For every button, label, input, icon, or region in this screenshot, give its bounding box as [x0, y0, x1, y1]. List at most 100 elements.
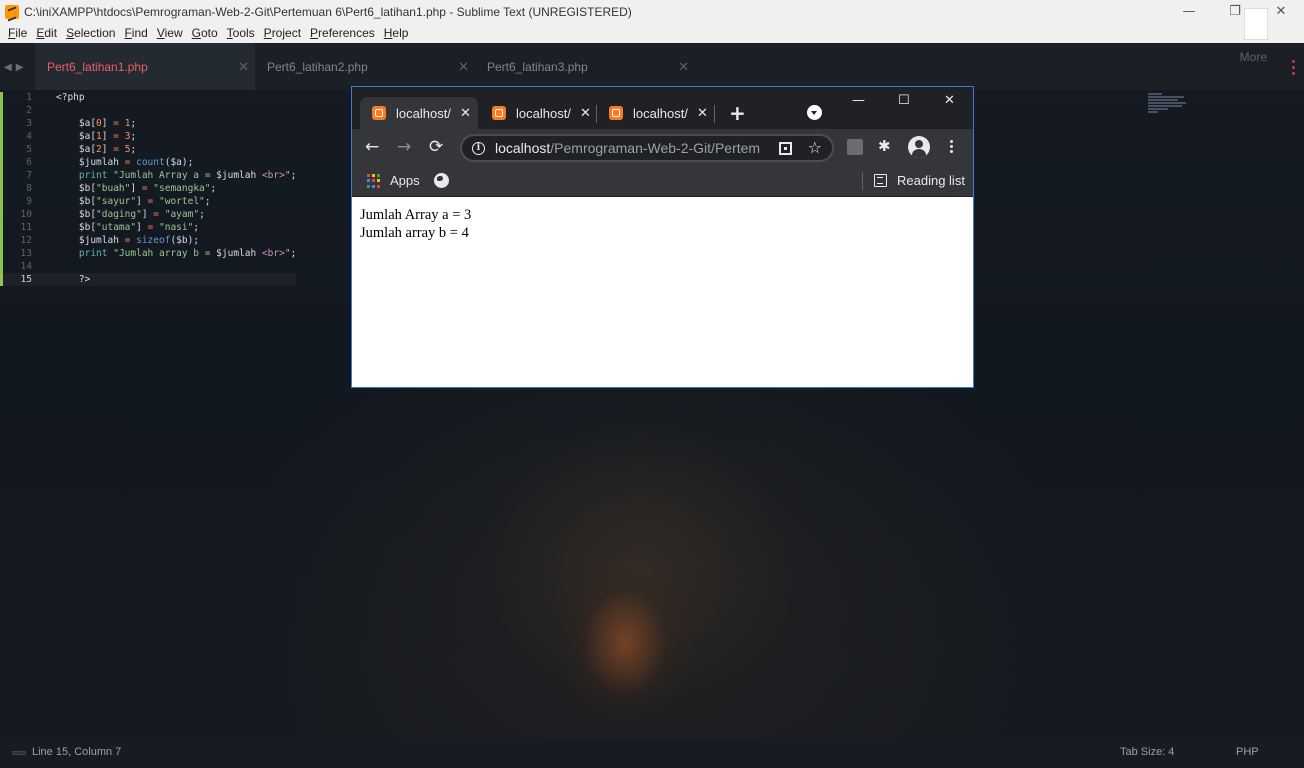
menu-selection[interactable]: Selection [66, 26, 115, 40]
browser-maximize-button[interactable]: ☐ [898, 93, 910, 108]
tab-size[interactable]: Tab Size: 4 [1120, 746, 1174, 758]
reading-list-button[interactable]: Reading list [897, 173, 965, 188]
code-text: <?php [56, 91, 85, 104]
more-label[interactable]: More [1240, 50, 1267, 64]
code-token: "ayam" [164, 209, 200, 220]
cursor-position[interactable]: Line 15, Column 7 [32, 746, 121, 758]
code-token: "nasi" [159, 222, 194, 233]
code-token: $b[ [56, 209, 97, 220]
globe-icon[interactable] [434, 173, 449, 188]
code-line[interactable]: 6 $jumlah = count($a); [0, 156, 296, 169]
browser-close-button[interactable]: ✕ [944, 93, 955, 108]
code-line[interactable]: 3 $a[0] = 1; [0, 117, 296, 130]
minimize-button[interactable]: — [1166, 0, 1212, 23]
code-line[interactable]: 7 print "Jumlah Array a = $jumlah <br>"; [0, 169, 296, 182]
qr-code-icon[interactable] [779, 142, 792, 155]
tab-close-icon[interactable]: ✕ [238, 59, 249, 75]
menu-view[interactable]: View [157, 26, 183, 40]
browser-tab[interactable]: localhost/ ✕ [480, 97, 596, 129]
code-token: "daging" [96, 209, 142, 220]
code-line[interactable]: 8 $b["buah"] = "semangka"; [0, 182, 296, 195]
url-text[interactable]: localhost/Pemrograman-Web-2-Git/Pertem [495, 140, 763, 156]
site-info-icon[interactable]: i [472, 141, 485, 155]
menu-edit[interactable]: Edit [36, 26, 57, 40]
forward-arrow-icon[interactable]: → [397, 137, 411, 157]
code-text: $a[0] = 1; [56, 117, 136, 130]
code-token: <?php [56, 92, 85, 103]
menu-help[interactable]: Help [384, 26, 409, 40]
browser-tab-close-icon[interactable]: ✕ [697, 105, 708, 121]
code-line[interactable]: 13 print "Jumlah array b = $jumlah <br>"… [0, 247, 297, 260]
menu-file[interactable]: File [8, 26, 27, 40]
code-line[interactable]: 11 $b["utama"] = "nasi"; [0, 221, 296, 234]
output-line: Jumlah Array a = 3 [360, 207, 472, 223]
code-token: ; [204, 196, 211, 207]
tab-separator [714, 105, 715, 123]
code-token: ($a); [164, 157, 194, 168]
browser-tab-close-icon[interactable]: ✕ [580, 105, 591, 121]
code-token: ?> [56, 274, 91, 285]
apps-grid-icon[interactable] [367, 174, 381, 188]
code-text: $b["utama"] = "nasi"; [56, 221, 199, 234]
tab-overflow-dots-icon[interactable] [1292, 60, 1296, 76]
address-bar[interactable]: i localhost/Pemrograman-Web-2-Git/Pertem… [460, 134, 834, 162]
code-line[interactable]: 4 $a[1] = 3; [0, 130, 296, 143]
code-token: sizeof [136, 235, 171, 246]
browser-minimize-button[interactable]: — [852, 93, 865, 108]
browser-tab-label: localhost/ [633, 105, 688, 121]
tab-search-icon[interactable] [807, 105, 822, 120]
code-line[interactable]: 10 $b["daging"] = "ayam"; [0, 208, 296, 221]
code-line[interactable]: 15 ?> [0, 273, 297, 286]
browser-menu-icon[interactable] [950, 140, 953, 155]
code-line[interactable]: 5 $a[2] = 5; [0, 143, 296, 156]
line-number: 8 [26, 183, 32, 194]
code-token: "semangka" [153, 183, 211, 194]
line-number: 12 [20, 235, 32, 246]
code-line[interactable]: 9 $b["sayur"] = "wortel"; [0, 195, 296, 208]
code-line[interactable]: 14 [0, 260, 296, 273]
editor-tab[interactable]: Pert6_latihan1.php ✕ [35, 43, 255, 90]
browser-tab-bar: localhost/✕ localhost/✕ localhost/✕ + — ☐ … [352, 87, 973, 129]
minimap[interactable] [1148, 93, 1188, 119]
line-number: 11 [20, 222, 32, 233]
tab-close-icon[interactable]: ✕ [678, 59, 689, 75]
code-line[interactable]: 12 $jumlah = sizeof($b); [0, 234, 296, 247]
code-editor[interactable]: 1 <?php 2 3 $a[0] = 1; 4 $a[1] = 3; 5 $a[2] =… [0, 91, 297, 286]
tab-nav-arrows[interactable]: ◀▶ [4, 62, 27, 73]
menu-preferences[interactable]: Preferences [310, 26, 375, 40]
back-arrow-icon[interactable]: ← [365, 137, 379, 157]
reading-list-icon[interactable] [874, 174, 887, 187]
bookmark-star-icon[interactable]: ☆ [808, 138, 822, 157]
tab-close-icon[interactable]: ✕ [458, 59, 469, 75]
extensions-puzzle-icon[interactable]: ✱ [878, 137, 891, 155]
profile-avatar-icon[interactable] [908, 136, 930, 158]
code-text: $jumlah = count($a); [56, 156, 193, 169]
editor-tab[interactable]: Pert6_latihan2.php ✕ [255, 43, 475, 90]
editor-tab-label: Pert6_latihan2.php [267, 59, 368, 74]
line-number: 1 [26, 92, 32, 103]
code-token: count [136, 157, 165, 168]
code-token: $b[ [56, 183, 97, 194]
editor-tab[interactable]: Pert6_latihan3.php ✕ [475, 43, 695, 90]
editor-tab-label: Pert6_latihan3.php [487, 59, 588, 74]
reload-icon[interactable]: ⟳ [429, 137, 443, 157]
new-tab-button[interactable]: + [729, 101, 746, 125]
menu-tools[interactable]: Tools [227, 26, 255, 40]
code-token: <br> [256, 170, 285, 181]
menu-project[interactable]: Project [264, 26, 301, 40]
line-number: 4 [26, 131, 32, 142]
panel-toggle-icon[interactable] [12, 751, 26, 755]
browser-tab[interactable]: localhost/ ✕ [597, 97, 713, 129]
code-line[interactable]: 2 [0, 104, 296, 117]
browser-tab[interactable]: localhost/ ✕ [360, 97, 478, 129]
code-token: $a[ [56, 118, 97, 129]
syntax-mode[interactable]: PHP [1236, 746, 1259, 758]
menu-find[interactable]: Find [124, 26, 147, 40]
menu-goto[interactable]: Goto [192, 26, 218, 40]
line-number: 15 [20, 274, 32, 285]
browser-tab-close-icon[interactable]: ✕ [460, 105, 471, 121]
code-line[interactable]: 1 <?php [0, 91, 296, 104]
bookmark-apps[interactable]: Apps [390, 173, 420, 188]
code-token: print [78, 248, 108, 259]
extension-icon[interactable] [847, 139, 863, 155]
